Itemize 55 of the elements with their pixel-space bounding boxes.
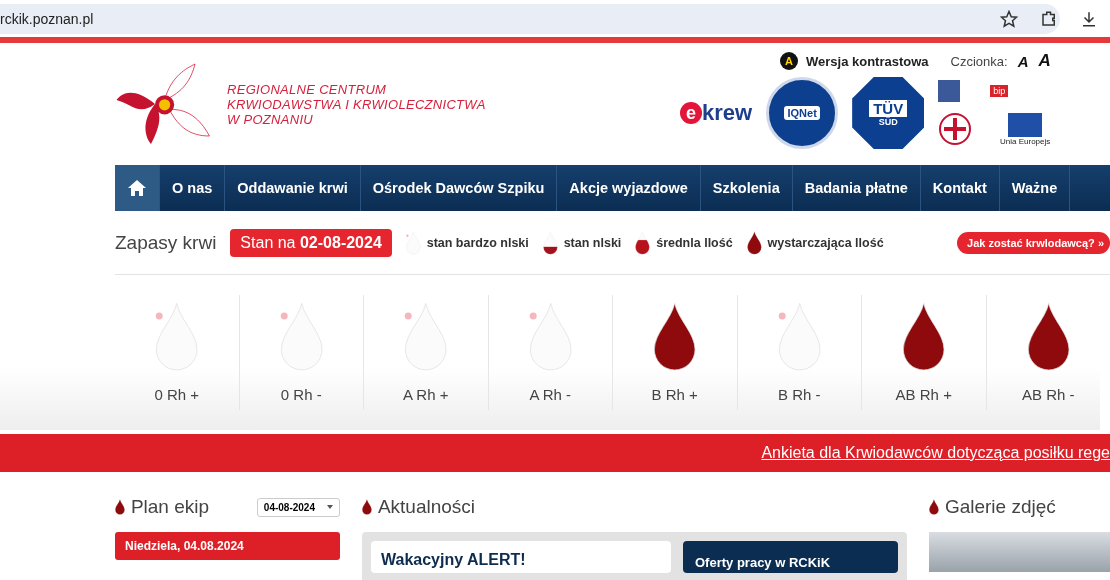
extension-icon[interactable]: [1040, 9, 1058, 28]
legend-label: stan bardzo nlski: [426, 235, 529, 250]
contrast-version-link[interactable]: A Wersja kontrastowa: [780, 52, 929, 70]
menu-item[interactable]: Ważne: [999, 165, 1071, 211]
survey-link[interactable]: Ankieta dla Krwiodawców dotycząca posiłku rege: [761, 444, 1110, 462]
section-title: Aktualności: [377, 496, 476, 518]
menu-item[interactable]: Ośrodek Dawców Szpiku: [360, 165, 558, 211]
caret-icon: [327, 505, 333, 509]
day-header: Niedziela, 04.08.2024: [115, 532, 340, 560]
certification-seal: IQNet: [766, 77, 839, 149]
institution-name: REGIONALNE CENTRUM KRWIODAWSTWA I KRWIOLECZNICTWA W POZNANIU: [227, 81, 486, 127]
blood-group-label: AB Rh -: [1022, 386, 1075, 403]
font-size-link[interactable]: A: [1038, 51, 1051, 71]
download-icon[interactable]: [1080, 9, 1098, 28]
address-bar[interactable]: rckik.poznan.pl: [0, 3, 1060, 34]
cross-emblem-icon[interactable]: [938, 112, 973, 146]
contrast-badge: A: [780, 52, 798, 70]
menu-item[interactable]: Szkolenia: [700, 165, 793, 211]
blood-drop-icon: [362, 499, 372, 515]
blood-group-label: A Rh +: [403, 386, 449, 403]
blood-group-label: B Rh +: [651, 386, 698, 403]
font-size-label: Czcionka:: [950, 53, 1008, 69]
section-title: Zapasy krwi: [115, 231, 217, 254]
blood-group-label: AB Rh +: [895, 386, 952, 403]
certification-seal: TÜV SÜD: [852, 77, 925, 149]
star-icon[interactable]: [1000, 9, 1018, 28]
menu-item[interactable]: Kontakt: [920, 165, 1000, 211]
news-title[interactable]: Wakacyjny ALERT!: [371, 541, 671, 573]
eu-logo[interactable]: Unia Europejs: [990, 112, 1061, 146]
ekrew-logo[interactable]: e krew: [680, 100, 753, 126]
date-label: Stan na 02-08-2024: [230, 228, 392, 257]
section-title: Plan ekip: [130, 496, 210, 518]
menu-item[interactable]: Oddawanie krwi: [225, 165, 361, 211]
legend-label: wystarczająca llość: [767, 235, 884, 250]
facebook-icon[interactable]: [938, 80, 961, 102]
jobs-link[interactable]: Oferty pracy w RCKiK: [683, 541, 898, 573]
font-size-link[interactable]: A: [1017, 52, 1029, 70]
menu-item[interactable]: O nas: [160, 165, 226, 211]
blood-group-label: A Rh -: [529, 386, 572, 403]
menu-item[interactable]: Badania płatne: [792, 165, 921, 211]
url-text: rckik.poznan.pl: [0, 10, 94, 27]
section-title: Galerie zdjęć: [944, 496, 1056, 518]
blood-group-label: B Rh -: [778, 386, 821, 403]
blood-group-label: 0 Rh +: [154, 386, 200, 403]
blood-group-label: 0 Rh -: [280, 386, 322, 403]
bip-logo[interactable]: bip: [990, 85, 1009, 97]
home-tab[interactable]: [115, 165, 160, 211]
become-donor-button[interactable]: Jak zostać krwlodawcą? »: [957, 231, 1110, 254]
legend-label: średnla llość: [656, 235, 733, 250]
menu-item[interactable]: Akcje wyjazdowe: [557, 165, 701, 211]
home-icon: [127, 179, 147, 197]
blood-drop-icon: [115, 499, 125, 515]
date-select[interactable]: 04-08-2024: [256, 497, 340, 517]
blood-drop-icon: [929, 499, 939, 515]
legend-label: stan nlski: [563, 235, 622, 250]
